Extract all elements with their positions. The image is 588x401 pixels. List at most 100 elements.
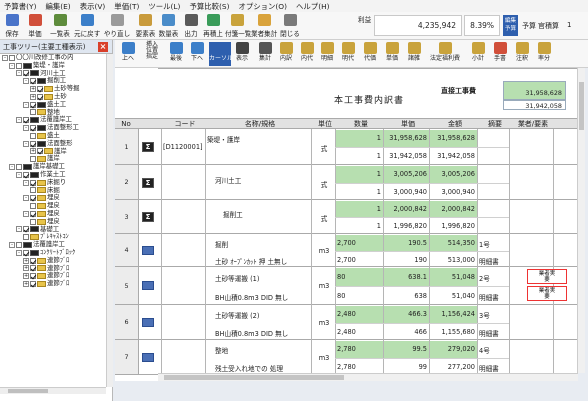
tree-checkbox[interactable]	[30, 218, 36, 225]
tree-checkbox[interactable]	[30, 156, 36, 163]
cell-q1[interactable]: 1	[337, 134, 381, 142]
tree-vertical-scrollbar[interactable]	[106, 54, 113, 387]
tree-node[interactable]: - 法面整形	[0, 139, 106, 148]
close-icon[interactable]: ×	[98, 42, 108, 52]
tree-checkbox[interactable]	[37, 148, 43, 155]
vendor-badge[interactable]: 業者実 要	[527, 269, 567, 284]
edit-toolbar-button-5[interactable]: 表示	[233, 42, 251, 66]
scrollbar-thumb[interactable]	[8, 389, 48, 393]
toolbar-button-7[interactable]: 出力	[181, 14, 201, 38]
column-header-6[interactable]: 金額	[431, 119, 479, 129]
cell-code[interactable]: [D1120001]	[163, 143, 205, 151]
collapse-icon[interactable]: -	[23, 195, 29, 202]
cell-memo2[interactable]: 明細書	[479, 363, 509, 373]
cell-p1[interactable]: 466.3	[385, 310, 427, 318]
toolbar-button-6[interactable]: 数量表	[158, 14, 179, 38]
tree-checkbox[interactable]	[9, 54, 15, 61]
sigma-icon[interactable]: Σ	[142, 212, 154, 222]
expand-icon[interactable]: +	[23, 265, 29, 272]
toolbar-button-4[interactable]: やり直し	[102, 14, 132, 38]
collapse-icon[interactable]: -	[16, 226, 22, 233]
cell-a2[interactable]: 31,942,058	[431, 152, 475, 160]
cell-unit[interactable]: 式	[313, 213, 335, 223]
cell-a1[interactable]: 51,048	[431, 273, 475, 281]
cell-a1[interactable]: 1,156,424	[431, 310, 475, 318]
cell-memo2[interactable]: 明細書	[479, 328, 509, 338]
cell-unit[interactable]: m3	[313, 282, 335, 290]
tree-checkbox[interactable]	[30, 101, 36, 108]
tree-checkbox[interactable]	[16, 242, 22, 249]
cell-q2[interactable]: 1	[337, 222, 381, 230]
cell-name2[interactable]: BH山積0.8m3 DID 無し	[215, 292, 309, 302]
cell-q2[interactable]: 2,480	[337, 328, 381, 336]
cell-a1[interactable]: 2,000,842	[431, 205, 475, 213]
table-row[interactable]: 2 Σ 河川土工式 1 1 3,005,206 3,000,940 3,005,206 3,00…	[115, 165, 577, 200]
cell-p1[interactable]: 3,005,206	[385, 170, 427, 178]
collapse-icon[interactable]: -	[23, 140, 29, 147]
collapse-icon[interactable]: -	[16, 70, 22, 77]
menu-item-0[interactable]: 予算書(Y)	[4, 1, 36, 12]
menu-item-5[interactable]: 予算比較(S)	[189, 1, 229, 12]
cell-q2[interactable]: 80	[337, 292, 381, 300]
cell-p2[interactable]: 466	[385, 328, 427, 336]
edit-toolbar-button-3[interactable]: 下へ	[189, 42, 205, 66]
column-header-5[interactable]: 単価	[385, 119, 431, 129]
cell-unit[interactable]: m3	[313, 354, 335, 362]
cell-p1[interactable]: 2,000,842	[385, 205, 427, 213]
edit-toolbar-button-7[interactable]: 内訳	[277, 42, 295, 66]
edit-toolbar-button-8[interactable]: 内代	[298, 42, 316, 66]
cell-memo1[interactable]: 3号	[479, 310, 509, 320]
tree-checkbox[interactable]	[23, 171, 29, 178]
cell-q1[interactable]: 1	[337, 170, 381, 178]
column-header-4[interactable]: 数量	[337, 119, 385, 129]
expand-icon[interactable]: +	[23, 273, 29, 280]
cell-name2[interactable]: 残土受入れ地での 処理	[215, 363, 309, 373]
collapse-icon[interactable]: -	[23, 125, 29, 132]
cell-a2[interactable]: 513,000	[431, 256, 475, 264]
scrollbar-thumb[interactable]	[579, 82, 584, 130]
collapse-icon[interactable]: -	[23, 210, 29, 217]
toolbar-button-8[interactable]: 再積上	[203, 14, 223, 38]
tree-checkbox[interactable]	[37, 86, 43, 93]
collapse-icon[interactable]: -	[16, 117, 22, 124]
menu-item-6[interactable]: オプション(O)	[238, 1, 287, 12]
table-row[interactable]: 5 土砂等運搬 (1) BH山積0.8m3 DID 無し m3 80 80 638.1 638…	[115, 267, 577, 305]
tree-checkbox[interactable]	[16, 62, 22, 69]
cell-unit[interactable]: m3	[313, 247, 335, 255]
cell-memo2[interactable]: 明細書	[479, 256, 509, 266]
detail-icon[interactable]	[142, 281, 154, 290]
cell-q2[interactable]: 2,780	[337, 363, 381, 371]
tree-checkbox[interactable]	[23, 234, 29, 241]
toolbar-button-2[interactable]: 一覧表	[48, 14, 72, 38]
cell-name1[interactable]: 土砂等運搬 (2)	[215, 310, 309, 320]
cell-memo1[interactable]: 2号	[479, 273, 509, 283]
cell-a2[interactable]: 51,040	[431, 292, 475, 300]
table-row[interactable]: 3 Σ 掘削工式 1 1 2,000,842 1,996,820 2,000,842 1,996…	[115, 200, 577, 234]
toolbar-button-10[interactable]: 業者集計	[251, 14, 277, 38]
detail-icon[interactable]	[142, 317, 154, 327]
tree-checkbox[interactable]	[30, 273, 36, 280]
cell-name2[interactable]: BH山積0.8m3 DID 無し	[215, 328, 309, 338]
sigma-icon[interactable]: Σ	[142, 177, 154, 188]
toolbar-button-9[interactable]: 付箋一覧	[225, 14, 251, 38]
column-header-2[interactable]: 名称/規格	[207, 119, 313, 129]
cell-p1[interactable]: 190.5	[385, 239, 427, 247]
column-header-1[interactable]: コード	[163, 119, 207, 129]
cell-memo2[interactable]: 明細書	[479, 292, 509, 302]
cell-p2[interactable]: 190	[385, 256, 427, 264]
cell-q1[interactable]: 2,480	[337, 310, 381, 318]
column-header-7[interactable]: 摘要	[479, 119, 511, 129]
collapse-icon[interactable]: -	[23, 179, 29, 186]
collapse-icon[interactable]: -	[23, 78, 29, 85]
expand-icon[interactable]: +	[23, 257, 29, 264]
cell-memo1[interactable]: 4号	[479, 345, 509, 355]
edit-toolbar-button-6[interactable]: 集計	[255, 42, 275, 66]
cell-p2[interactable]: 1,996,820	[385, 222, 427, 230]
cell-a1[interactable]: 31,958,628	[431, 134, 475, 142]
toolbar-button-5[interactable]: 要素表	[135, 14, 156, 38]
expand-icon[interactable]: +	[30, 148, 36, 155]
tree-checkbox[interactable]	[30, 132, 36, 139]
cell-memo1[interactable]: 1号	[479, 239, 509, 249]
cell-q2[interactable]: 1	[337, 188, 381, 196]
cell-p1[interactable]: 638.1	[385, 273, 427, 281]
